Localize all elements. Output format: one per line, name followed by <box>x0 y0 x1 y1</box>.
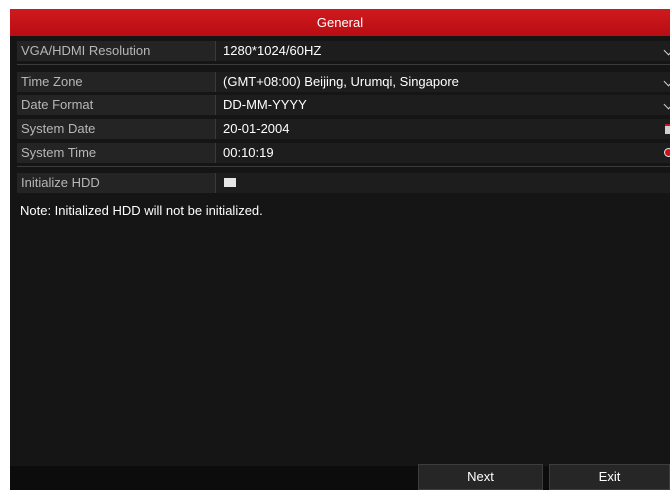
general-settings-window: General VGA/HDMI Resolution 1280*1024/60… <box>10 9 670 490</box>
date-format-dropdown[interactable]: DD-MM-YYYY <box>217 95 670 115</box>
chevron-down-icon <box>663 99 670 110</box>
system-date-value: 20-01-2004 <box>223 121 290 136</box>
system-date-field[interactable]: 20-01-2004 <box>217 119 670 139</box>
window-title: General <box>10 9 670 36</box>
exit-button[interactable]: Exit <box>549 464 670 490</box>
note-text: Note: Initialized HDD will not be initia… <box>20 203 263 218</box>
chevron-down-icon <box>663 76 670 87</box>
initialize-hdd-label: Initialize HDD <box>17 173 216 193</box>
next-button[interactable]: Next <box>418 464 543 490</box>
clock-icon[interactable] <box>664 148 670 157</box>
initialize-hdd-checkbox[interactable] <box>224 178 236 187</box>
system-time-value: 00:10:19 <box>223 145 274 160</box>
system-time-row: System Time 00:10:19 <box>17 143 670 163</box>
time-zone-row: Time Zone (GMT+08:00) Beijing, Urumqi, S… <box>17 72 670 92</box>
divider <box>17 166 670 167</box>
resolution-dropdown[interactable]: 1280*1024/60HZ <box>217 41 670 61</box>
date-format-value: DD-MM-YYYY <box>223 97 307 112</box>
date-format-label: Date Format <box>17 95 216 115</box>
initialize-hdd-row: Initialize HDD <box>17 173 670 193</box>
date-format-row: Date Format DD-MM-YYYY <box>17 95 670 115</box>
resolution-label: VGA/HDMI Resolution <box>17 41 216 61</box>
resolution-row: VGA/HDMI Resolution 1280*1024/60HZ <box>17 41 670 61</box>
time-zone-dropdown[interactable]: (GMT+08:00) Beijing, Urumqi, Singapore <box>217 72 670 92</box>
system-time-label: System Time <box>17 143 216 163</box>
initialize-hdd-field <box>217 173 670 193</box>
system-date-label: System Date <box>17 119 216 139</box>
system-time-field[interactable]: 00:10:19 <box>217 143 670 163</box>
resolution-value: 1280*1024/60HZ <box>223 43 322 58</box>
chevron-down-icon <box>663 45 670 56</box>
system-date-row: System Date 20-01-2004 <box>17 119 670 139</box>
time-zone-value: (GMT+08:00) Beijing, Urumqi, Singapore <box>223 74 459 89</box>
time-zone-label: Time Zone <box>17 72 216 92</box>
divider <box>17 64 670 65</box>
calendar-icon[interactable] <box>665 124 670 134</box>
